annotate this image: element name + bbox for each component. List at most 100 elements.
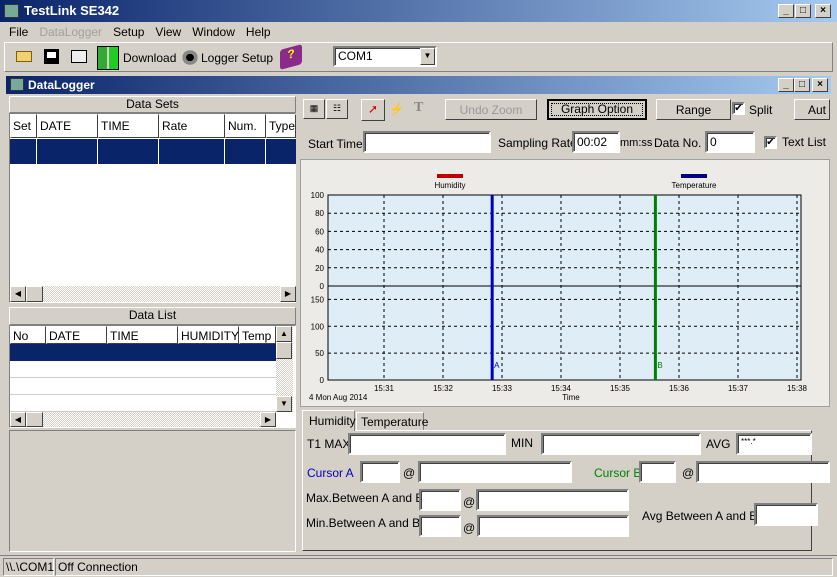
start-time-field[interactable] (363, 131, 491, 153)
chevron-down-icon[interactable]: ▼ (420, 48, 435, 65)
avg-between-field[interactable] (754, 503, 818, 526)
col-humidity[interactable]: HUMIDITY (178, 326, 239, 344)
menu-setup[interactable]: Setup (113, 25, 144, 39)
min-between-value[interactable] (419, 515, 461, 537)
col-temp[interactable]: Temp (239, 326, 276, 344)
start-time-label: Start Time (308, 137, 363, 151)
scroll-thumb[interactable] (276, 342, 292, 359)
min-between-time[interactable] (477, 515, 629, 537)
text-list-checkbox[interactable]: ✔ (764, 136, 777, 149)
text-tool-icon[interactable]: T (414, 100, 423, 116)
print-icon[interactable] (71, 50, 87, 63)
port-select-value: COM1 (338, 49, 373, 63)
zoom-line-icon[interactable]: ⚡ (389, 102, 404, 116)
open-folder-icon[interactable] (16, 51, 32, 62)
logger-setup-button[interactable]: Logger Setup (201, 51, 273, 65)
tab-temperature[interactable]: Temperature (356, 412, 428, 430)
graph-panel[interactable]: Humidity Temperature 15:31 15:32 15:33 15:34 1… (300, 159, 830, 407)
x-tick-label: 15:34 (551, 384, 572, 393)
range-button[interactable]: Range (656, 99, 731, 120)
logger-setup-icon[interactable] (181, 49, 199, 66)
datalist-header: Data List (9, 307, 296, 325)
split-checkbox[interactable]: ✔ (732, 102, 745, 115)
child-close-button[interactable]: × (812, 78, 828, 92)
chart-svg[interactable]: Humidity Temperature 15:31 15:32 15:33 15:34 1… (301, 160, 831, 408)
auto-button[interactable]: Aut (794, 99, 830, 120)
scroll-right-icon[interactable]: ▶ (280, 286, 296, 302)
table-rows[interactable] (10, 361, 276, 412)
cursor-a-time[interactable] (418, 461, 572, 483)
list-view-icon[interactable]: ▦ (303, 99, 325, 119)
col-no[interactable]: No (10, 326, 46, 344)
child-minimize-button[interactable]: _ (778, 78, 794, 92)
datasets-hscrollbar[interactable]: ◀ ▶ (10, 286, 296, 302)
t1-max-field[interactable] (348, 433, 506, 455)
col-date[interactable]: DATE (46, 326, 107, 344)
sampling-rate-field[interactable]: 00:02 (572, 131, 620, 153)
y-tick-label: 80 (315, 209, 324, 218)
table-row-selected[interactable] (10, 139, 296, 164)
cursor-b-value[interactable] (639, 461, 676, 483)
graph-option-button[interactable]: Graph Option (547, 99, 647, 120)
t1-max-label: T1 MAX (307, 437, 351, 451)
child-title: DataLogger (28, 78, 95, 92)
scroll-left-icon[interactable]: ◀ (10, 412, 26, 427)
menu-file[interactable]: File (9, 25, 28, 39)
y-tick-label: 0 (320, 376, 325, 385)
scroll-thumb[interactable] (26, 286, 43, 302)
menu-window[interactable]: Window (192, 25, 235, 39)
close-button[interactable]: × (815, 4, 831, 18)
col-rate[interactable]: Rate (159, 114, 225, 138)
help-book-icon[interactable]: ? (280, 44, 302, 70)
datalist-vscrollbar[interactable]: ▲ ▼ (276, 326, 293, 412)
tab-humidity[interactable]: Humidity (302, 410, 356, 431)
col-date[interactable]: DATE (37, 114, 98, 138)
scroll-thumb[interactable] (26, 412, 43, 427)
maximize-button[interactable]: □ (795, 4, 811, 18)
col-set[interactable]: Set (10, 114, 37, 138)
avg-label: AVG (706, 437, 731, 451)
y-tick-label: 40 (315, 246, 324, 255)
col-type[interactable]: Type (266, 114, 296, 138)
data-no-field[interactable]: 0 (705, 131, 755, 153)
sampling-rate-label: Sampling Rate (498, 136, 577, 150)
scroll-down-icon[interactable]: ▼ (276, 396, 292, 412)
plot-area (327, 194, 802, 381)
pointer-arrow-icon[interactable]: ➚ (361, 99, 385, 121)
menu-help[interactable]: Help (246, 25, 271, 39)
menu-view[interactable]: View (155, 25, 181, 39)
tree-view-icon[interactable]: ☷ (326, 99, 348, 119)
scroll-right-icon[interactable]: ▶ (260, 412, 276, 427)
scroll-up-icon[interactable]: ▲ (276, 326, 292, 342)
datasets-table[interactable]: Set DATE TIME Rate Num. Type ◀ ▶ (9, 113, 296, 303)
col-time[interactable]: TIME (107, 326, 178, 344)
scroll-left-icon[interactable]: ◀ (10, 286, 26, 302)
avg-field[interactable]: ***.* (736, 433, 812, 455)
cursor-b-time[interactable] (696, 461, 830, 483)
undo-zoom-button[interactable]: Undo Zoom (445, 99, 537, 120)
port-select[interactable]: COM1 ▼ (333, 46, 437, 67)
min-field[interactable] (541, 433, 701, 455)
download-button[interactable]: Download (123, 51, 176, 65)
save-icon[interactable] (44, 49, 59, 64)
x-tick-label: 15:32 (433, 384, 454, 393)
download-icon[interactable] (97, 46, 119, 70)
col-num[interactable]: Num. (225, 114, 266, 138)
y-tick-label: 0 (320, 282, 325, 291)
menu-datalogger[interactable]: DataLogger (39, 25, 102, 39)
avg-between-label: Avg Between A and B (642, 509, 758, 523)
y-tick-label: 100 (311, 191, 325, 200)
cursor-label: B (657, 361, 662, 370)
app-title-bar: TestLink SE342 _ □ × (0, 0, 837, 22)
max-between-value[interactable] (419, 489, 461, 511)
cursor-a-value[interactable] (360, 461, 400, 483)
datalist-table[interactable]: No DATE TIME HUMIDITY Temp ▲ ▼ ◀ ▶ (9, 325, 296, 428)
table-row-selected[interactable] (10, 344, 276, 361)
datalist-hscrollbar[interactable]: ◀ ▶ (10, 412, 276, 427)
child-restore-button[interactable]: □ (794, 78, 810, 92)
menu-bar: File DataLogger Setup View Window Help (0, 22, 837, 42)
left-empty-panel (9, 430, 296, 552)
minimize-button[interactable]: _ (778, 4, 794, 18)
col-time[interactable]: TIME (98, 114, 159, 138)
max-between-time[interactable] (476, 489, 629, 511)
